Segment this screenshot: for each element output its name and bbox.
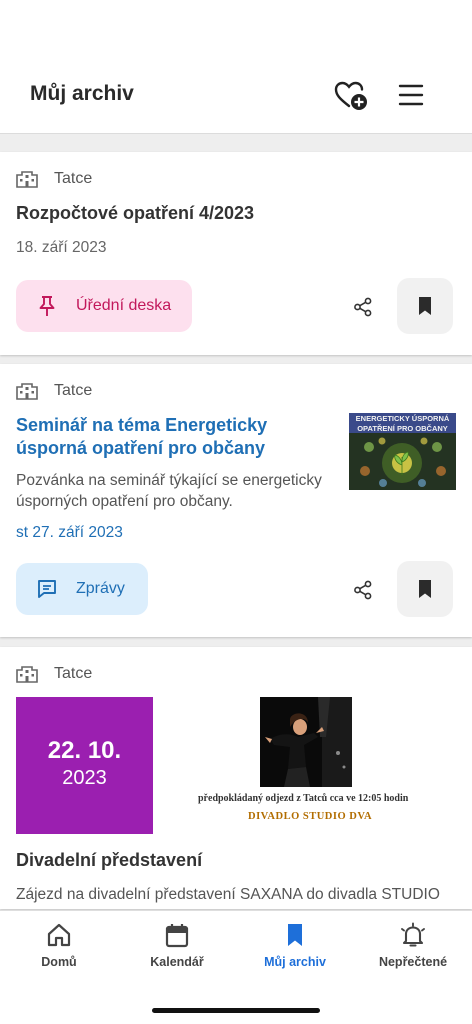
card-perex: Pozvánka na seminář týkající se energeti… [16, 472, 322, 510]
share-icon[interactable] [352, 579, 374, 601]
bookmark-filled-icon [419, 580, 431, 598]
card-title[interactable]: Rozpočtové opatření 4/2023 [16, 202, 254, 225]
energy-illustration [349, 433, 456, 490]
thumbnail-title: ENERGETICKY ÚSPORNÁ OPATŘENÍ PRO OBČANY [349, 413, 456, 435]
nav-item-unread[interactable]: Nepřečtené [358, 921, 468, 969]
poster-theatre-name: DIVADLO STUDIO DVA [248, 811, 373, 822]
category-chip-zpravy[interactable]: Zprávy [16, 563, 148, 615]
card-title[interactable]: Divadelní představení [16, 849, 202, 872]
chip-label: Úřední deska [76, 297, 172, 314]
event-poster[interactable]: 22. 10. 2023 předpokládaný odjezd z Tatc… [16, 697, 456, 834]
source-label: Tatce [54, 665, 93, 682]
municipality-building-icon [16, 171, 38, 188]
home-indicator [152, 1008, 320, 1013]
bell-icon [401, 922, 425, 947]
card-perex: Zájezd na divadelní představení SAXANA d… [16, 886, 440, 903]
card-date: 18. září 2023 [16, 239, 107, 256]
nav-item-home[interactable]: Domů [4, 921, 114, 969]
nav-item-my-archive[interactable]: Můj archiv [240, 921, 350, 969]
pin-icon [39, 296, 55, 316]
chip-label: Zprávy [76, 580, 125, 597]
nav-label: Kalendář [150, 955, 204, 969]
page-title: Můj archiv [30, 82, 134, 105]
home-icon [47, 923, 71, 947]
app-bar: Můj archiv [0, 0, 472, 134]
event-year: 2023 [62, 767, 107, 789]
bookmark-filled-icon [419, 297, 431, 315]
feed-card[interactable]: Tatce Seminář na téma Energeticky úsporn… [0, 364, 472, 637]
message-icon [38, 580, 56, 598]
poster-departure-text: předpokládaný odjezd z Tatců cca ve 12:0… [198, 793, 409, 804]
heart-plus-icon[interactable] [334, 80, 368, 112]
event-date-box: 22. 10. 2023 [16, 697, 153, 834]
bookmark-button[interactable] [397, 278, 453, 334]
bookmark-button[interactable] [397, 561, 453, 617]
municipality-building-icon [16, 383, 38, 400]
category-chip-uredni-deska[interactable]: Úřední deska [16, 280, 192, 332]
nav-label: Domů [41, 955, 77, 969]
card-title[interactable]: Seminář na téma Energeticky úsporná opat… [16, 414, 341, 460]
feed-card[interactable]: Tatce Rozpočtové opatření 4/2023 18. zář… [0, 152, 472, 355]
source-label: Tatce [54, 170, 93, 187]
source-label: Tatce [54, 382, 93, 399]
nav-label: Nepřečtené [378, 955, 448, 969]
nav-item-calendar[interactable]: Kalendář [122, 921, 232, 969]
bookmark-icon [288, 924, 302, 946]
share-icon[interactable] [352, 296, 374, 318]
card-date: st 27. září 2023 [16, 524, 123, 541]
bottom-navigation: Domů Kalendář Můj archiv Nepřečtené [0, 910, 472, 1024]
nav-label: Můj archiv [264, 955, 326, 969]
municipality-building-icon [16, 666, 38, 683]
calendar-icon [165, 924, 189, 948]
feed-card[interactable]: Tatce 22. 10. 2023 předpokládaný odjezd … [0, 647, 472, 909]
event-day-month: 22. 10. [47, 737, 122, 764]
hamburger-menu-icon[interactable] [398, 82, 424, 108]
event-photo [260, 697, 352, 787]
article-thumbnail[interactable]: ENERGETICKY ÚSPORNÁ OPATŘENÍ PRO OBČANY [349, 413, 456, 490]
